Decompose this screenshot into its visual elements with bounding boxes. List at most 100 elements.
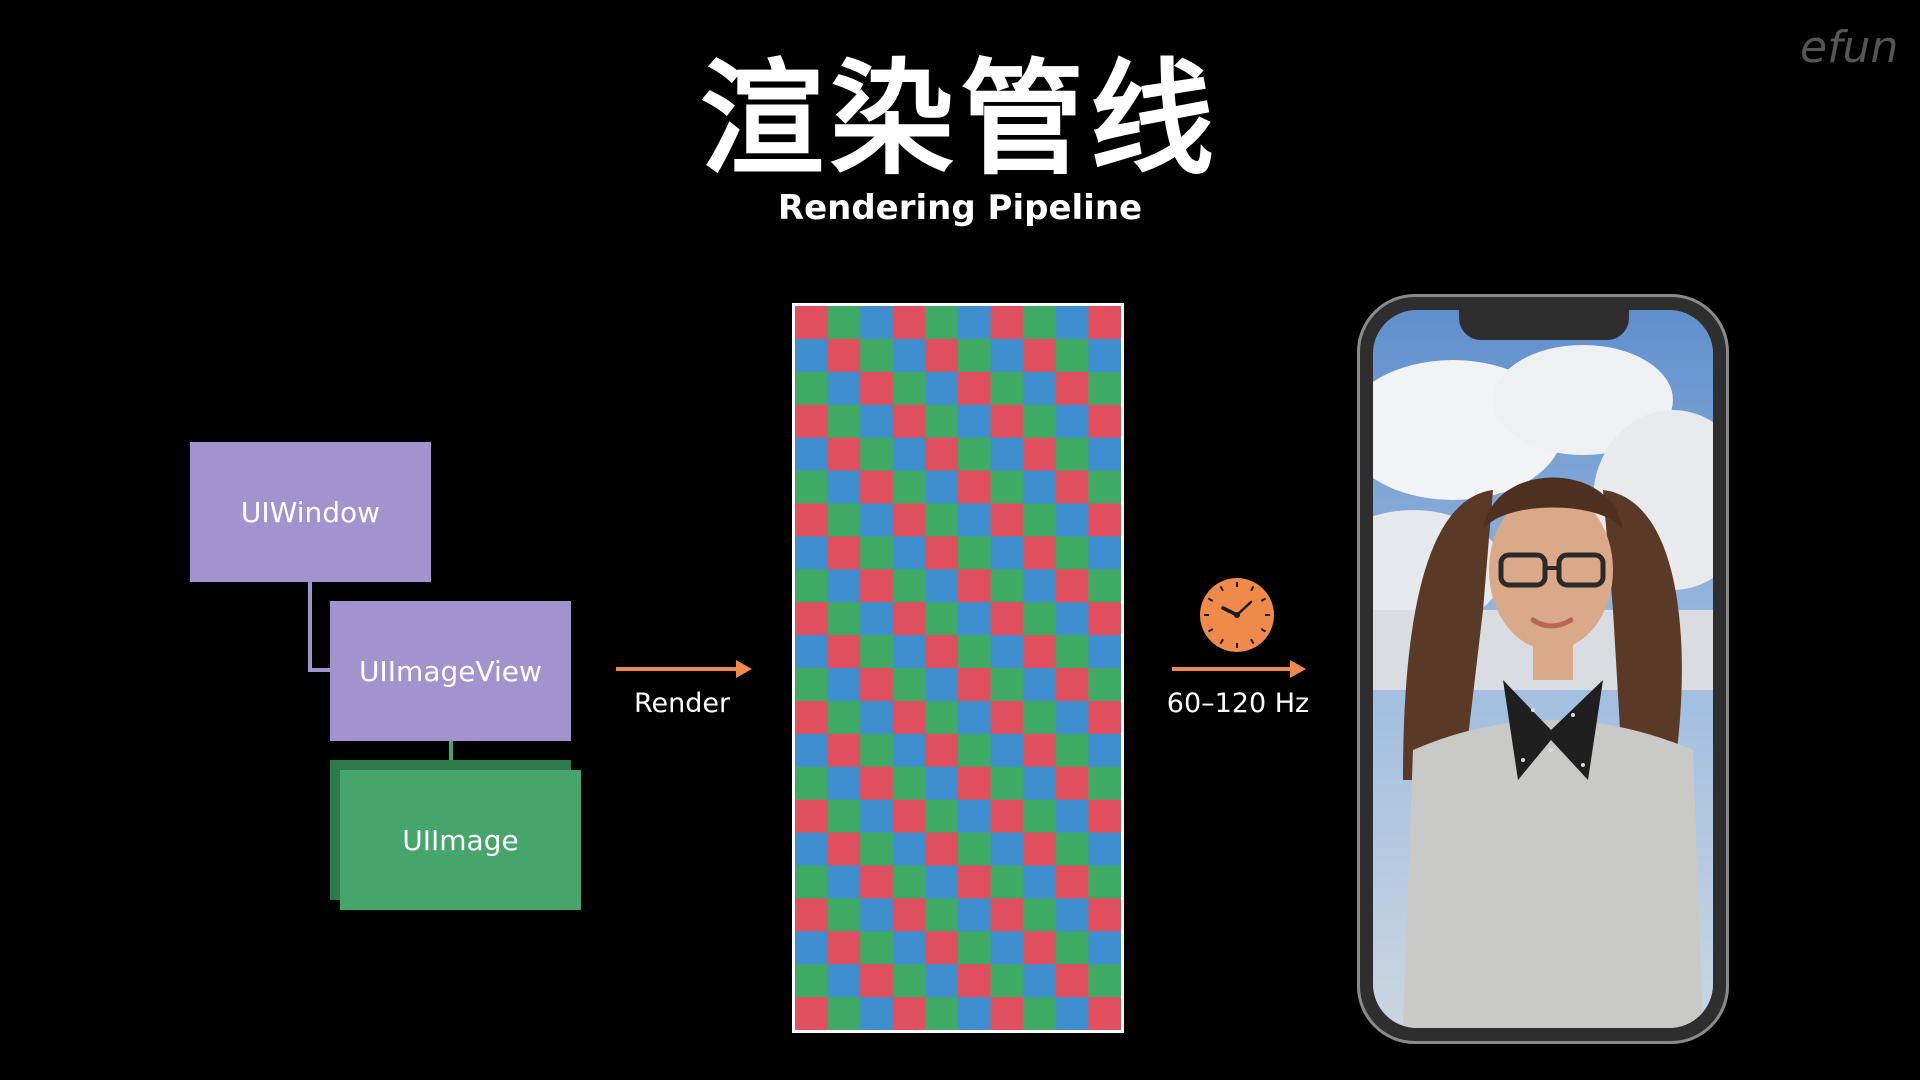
pixel-cell: [958, 898, 992, 932]
pixel-cell: [1055, 536, 1089, 570]
pixel-cell: [892, 470, 926, 504]
pixel-cell: [860, 766, 894, 801]
pixel-cell: [1023, 602, 1057, 636]
pixel-cell: [1023, 536, 1057, 570]
pixel-cell: [958, 371, 992, 406]
pixel-cell: [892, 338, 926, 373]
pixel-cell: [1023, 766, 1057, 801]
pixel-cell: [795, 602, 829, 636]
pixel-cell: [892, 964, 926, 998]
pixel-cell: [860, 569, 894, 603]
pixel-cell: [958, 536, 992, 570]
pixel-cell: [1023, 733, 1057, 768]
pixel-cell: [1088, 832, 1122, 866]
pixel-cell: [1088, 569, 1122, 603]
pixel-cell: [860, 404, 894, 439]
pixel-cell: [925, 832, 959, 866]
pixel-cell: [958, 503, 992, 537]
pixel-cell: [1023, 503, 1057, 537]
pixel-cell: [1023, 832, 1057, 866]
pixel-cell: [1055, 668, 1089, 702]
pixel-cell: [892, 371, 926, 406]
portrait-photo: [1373, 310, 1713, 1028]
pixel-cell: [1088, 865, 1122, 899]
pixel-cell: [795, 931, 829, 965]
pixel-cell: [990, 766, 1024, 801]
pixel-cell: [1023, 964, 1057, 998]
pixel-cell: [1055, 997, 1089, 1031]
pixel-cell: [860, 338, 894, 373]
efun-logo: efun: [1800, 22, 1899, 73]
pixel-cell: [1055, 371, 1089, 406]
pixel-cell: [1055, 437, 1089, 472]
pixel-cell: [990, 997, 1024, 1031]
refresh-arrow-icon: [1172, 660, 1306, 678]
pixel-cell: [1088, 306, 1122, 340]
pixel-cell: [860, 832, 894, 866]
pixel-cell: [795, 700, 829, 735]
pixel-cell: [892, 306, 926, 340]
pixel-cell: [990, 964, 1024, 998]
pixel-cell: [795, 635, 829, 669]
pixel-cell: [1055, 602, 1089, 636]
uiimageview-label: UIImageView: [359, 654, 542, 688]
pixel-cell: [1023, 898, 1057, 932]
pixel-cell: [958, 766, 992, 801]
pixel-cell: [990, 931, 1024, 965]
pixel-cell: [860, 964, 894, 998]
pixel-cell: [795, 898, 829, 932]
pixel-cell: [990, 865, 1024, 899]
pixel-cell: [795, 799, 829, 834]
pixel-cell: [892, 799, 926, 834]
pixel-cell: [958, 700, 992, 735]
pixel-cell: [827, 733, 861, 768]
pixel-cell: [827, 404, 861, 439]
pixel-cell: [892, 635, 926, 669]
pixel-cell: [958, 569, 992, 603]
pixel-cell: [925, 404, 959, 439]
pixel-cell: [990, 437, 1024, 472]
pixel-cell: [958, 668, 992, 702]
pixel-cell: [1023, 799, 1057, 834]
pixel-cell: [827, 371, 861, 406]
pixel-cell: [1023, 668, 1057, 702]
pixel-cell: [795, 964, 829, 998]
render-label: Render: [633, 688, 731, 719]
pixel-cell: [795, 503, 829, 537]
pixel-cell: [958, 470, 992, 504]
pixel-cell: [1088, 931, 1122, 965]
pixel-cell: [925, 898, 959, 932]
pixel-cell: [1055, 931, 1089, 965]
pixel-cell: [860, 536, 894, 570]
pixel-cell: [1088, 470, 1122, 504]
pixel-cell: [990, 404, 1024, 439]
pixel-cell: [892, 569, 926, 603]
pixel-cell: [925, 931, 959, 965]
pixel-cell: [925, 766, 959, 801]
pixel-cell: [1055, 569, 1089, 603]
uiwindow-box: UIWindow: [190, 442, 431, 582]
pixel-cell: [1055, 832, 1089, 866]
pixel-cell: [1023, 700, 1057, 735]
pixel-cell: [860, 865, 894, 899]
pixel-cell: [860, 898, 894, 932]
pixel-cell: [1023, 931, 1057, 965]
pixel-cell: [892, 668, 926, 702]
pixel-cell: [990, 306, 1024, 340]
pixel-cell: [990, 733, 1024, 768]
pixel-cell: [1088, 503, 1122, 537]
pixel-cell: [958, 635, 992, 669]
pixel-cell: [860, 470, 894, 504]
pixel-cell: [892, 437, 926, 472]
pixel-cell: [990, 569, 1024, 603]
pixel-cell: [892, 832, 926, 866]
pixel-cell: [1055, 733, 1089, 768]
pixel-cell: [1088, 404, 1122, 439]
pixel-cell: [958, 964, 992, 998]
pixel-cell: [892, 931, 926, 965]
pixel-cell: [795, 536, 829, 570]
pixel-cell: [1023, 371, 1057, 406]
pixel-cell: [795, 338, 829, 373]
pixel-cell: [827, 536, 861, 570]
pixel-cell: [990, 602, 1024, 636]
